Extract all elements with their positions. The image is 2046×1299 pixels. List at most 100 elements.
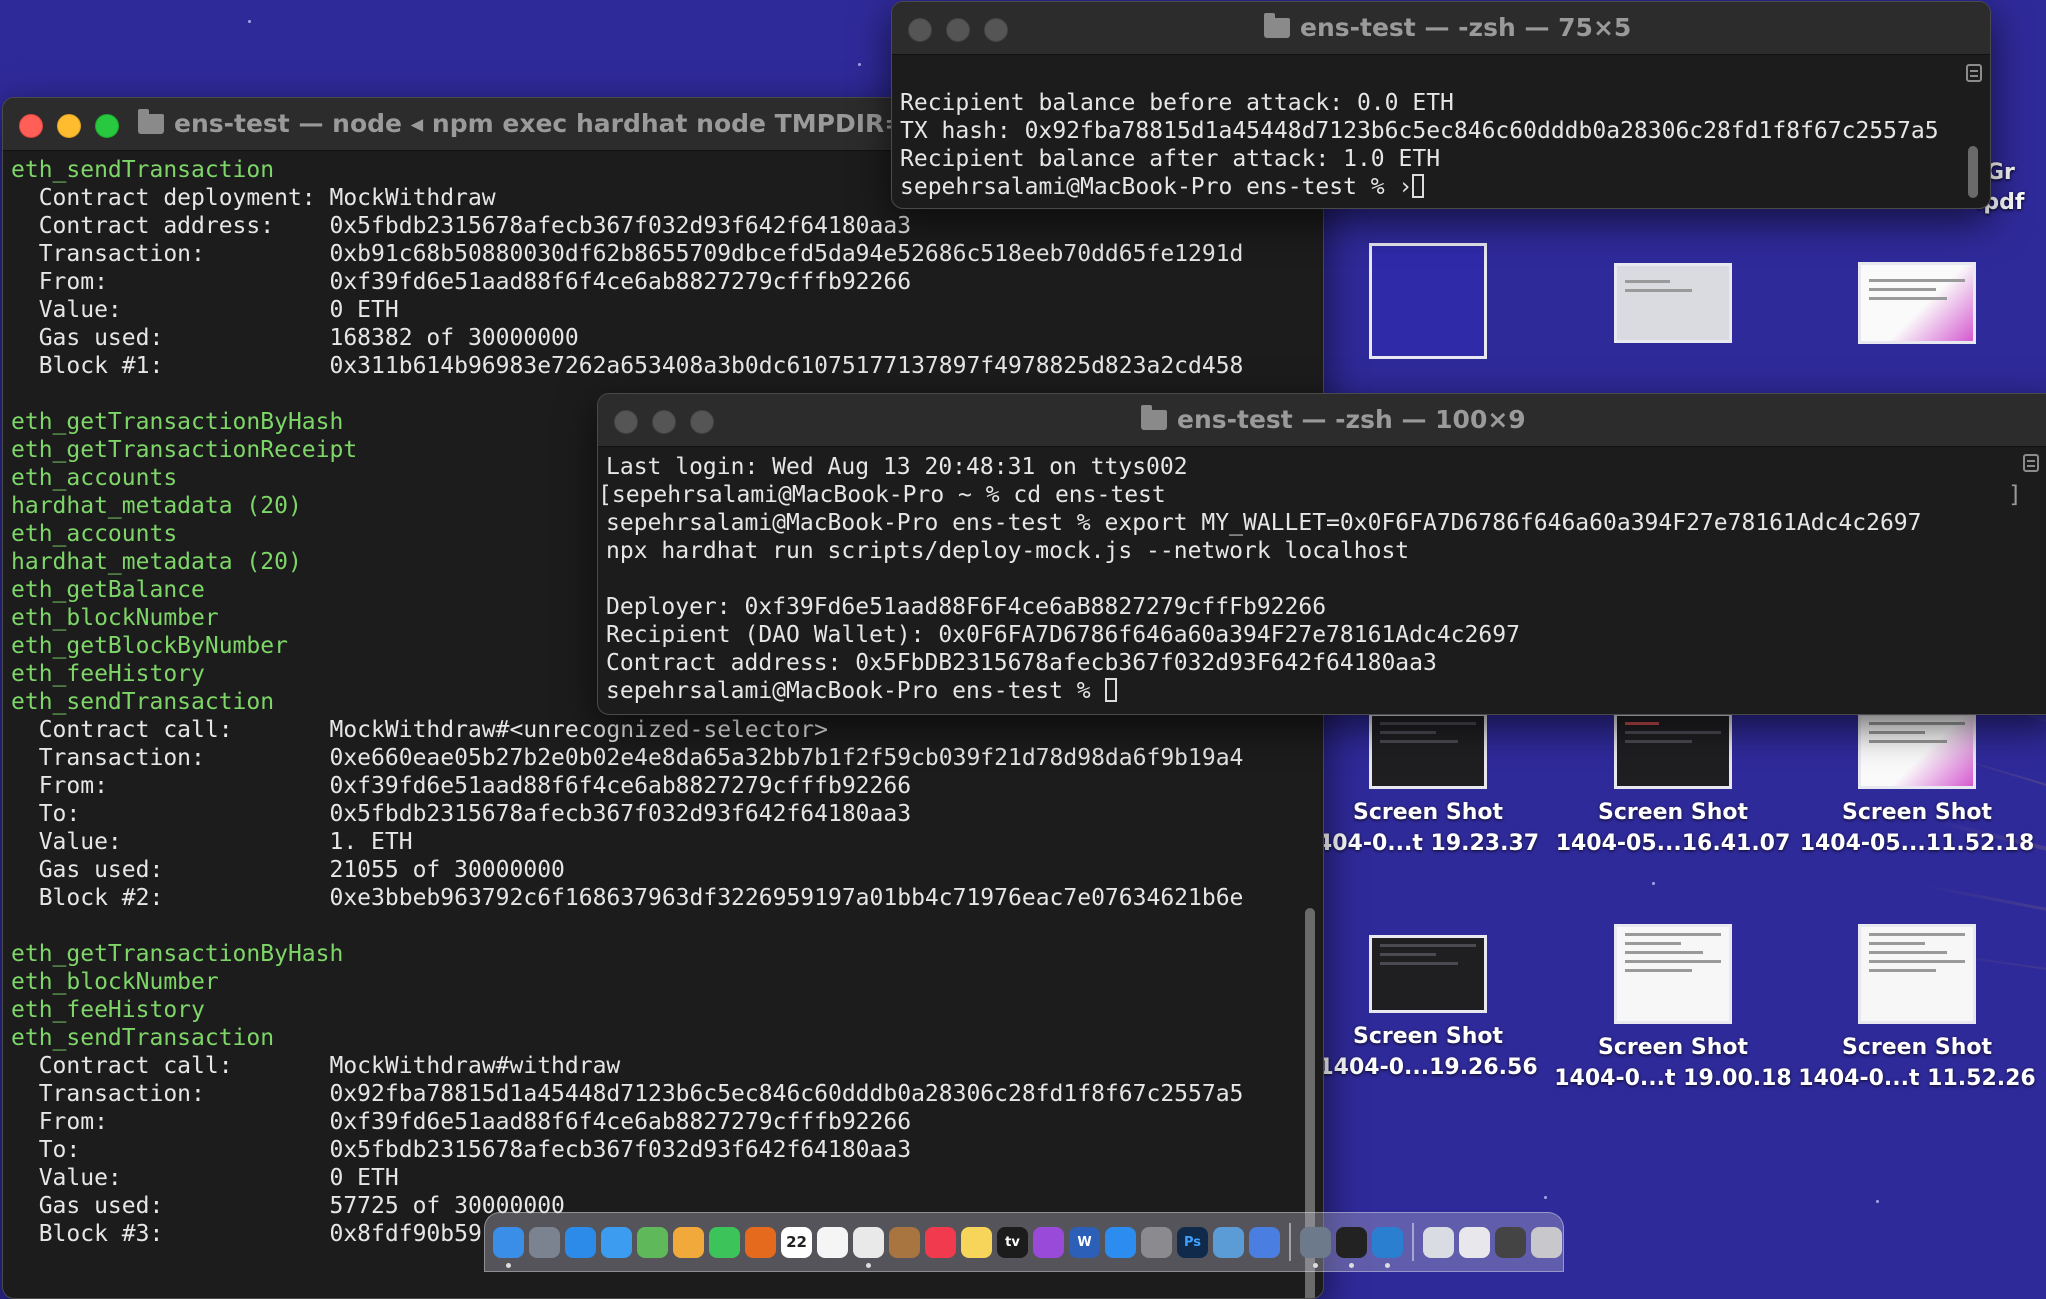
dock-maps-icon[interactable] [637,1226,668,1258]
dock-appstore-icon[interactable] [1105,1226,1136,1258]
dock-chrome-icon[interactable] [853,1226,884,1268]
folder-icon [138,109,164,134]
prompt-line[interactable]: sepehrsalami@MacBook-Pro ens-test % [598,677,1921,705]
desktop-icon-screenshot-2[interactable]: Screen Shot 1404-05...16.41.07 [1553,713,1793,859]
folder-icon [1141,405,1167,430]
window-title: ens-test — node ◂ npm exec hardhat node … [138,98,980,150]
window-title: ens-test — -zsh — 75×5 [1264,2,1631,54]
close-button[interactable] [908,18,932,42]
dock-terminal-icon[interactable] [1336,1226,1367,1268]
dock-podcasts-icon[interactable] [1033,1226,1064,1258]
terminal-line: Recipient balance after attack: 1.0 ETH [900,146,1441,172]
wallpaper-star [858,63,861,66]
terminal-window-zsh-100x9[interactable]: ens-test — -zsh — 100×9 Last login: Wed … [597,393,2046,715]
dock-preview-icon[interactable] [1213,1226,1244,1258]
terminal-line: TX hash: 0x92fba78815d1a45448d7123b6c5ec… [900,118,1939,144]
zoom-button[interactable] [984,18,1008,42]
dock-finder-icon[interactable] [493,1226,524,1268]
terminal-line: To: 0x5fbdb2315678afecb367f032d93f642f64… [11,1137,912,1163]
zoom-button[interactable] [95,114,119,138]
screenshot-label: Screen Shot 1404-0...t 19.00.18 [1554,1035,1792,1091]
dock-facetime-icon[interactable] [709,1226,740,1258]
minimize-button[interactable] [652,410,676,434]
scroll-list-icon[interactable] [1966,64,1982,82]
dock-trash-icon[interactable] [1531,1226,1562,1258]
window-titlebar[interactable]: ens-test — -zsh — 75×5 [892,2,1990,55]
dock-launchpad-icon[interactable] [529,1226,560,1258]
screenshot-label: Screen Shot 404-0...t 19.23.37 [1316,800,1540,856]
dock-settings-icon[interactable] [1141,1226,1172,1258]
desktop-icon-card[interactable] [1553,263,1793,343]
dock-calendar-icon[interactable]: 22 [781,1226,812,1258]
terminal-window-zsh-75x5[interactable]: ens-test — -zsh — 75×5 Recipient balance… [891,1,1991,209]
dock-photos-icon[interactable] [673,1226,704,1258]
text-cursor [1412,174,1425,198]
dock-appletv-label: tv [1005,1234,1020,1250]
rpc-method-line: eth_feeHistory [11,997,205,1023]
terminal-line: [sepehrsalami@MacBook-Pro ~ % cd ens-tes… [598,482,1166,508]
wallpaper-star [1544,1196,1547,1199]
minimize-button[interactable] [57,114,81,138]
scrollbar[interactable] [1968,146,1978,198]
dock-notes-icon[interactable] [961,1226,992,1258]
dock-mail-icon[interactable] [601,1226,632,1258]
zoom-button[interactable] [690,410,714,434]
dock-firefox-icon[interactable] [745,1226,776,1258]
prompt-line[interactable]: sepehrsalami@MacBook-Pro ens-test % › [900,173,1939,201]
terminal-line: Contract address: 0x5fbdb2315678afecb367… [11,213,912,239]
dock-bear-icon[interactable] [889,1226,920,1258]
desktop-icon-screenshot-5[interactable]: Screen Shot 1404-0...t 19.00.18 [1553,924,1793,1094]
folder-icon [1264,13,1290,38]
dock-separator [1289,1223,1291,1261]
text-cursor [1104,678,1117,702]
terminal-output[interactable]: Recipient balance before attack: 0.0 ETH… [900,89,1939,201]
terminal-line: Gas used: 168382 of 30000000 [11,325,579,351]
dock-xcode-sim-icon[interactable] [1300,1226,1331,1268]
terminal-line: Gas used: 21055 of 30000000 [11,857,565,883]
desktop-icon-blue[interactable] [1308,243,1548,359]
wallpaper-star [1652,882,1655,885]
window-titlebar[interactable]: ens-test — -zsh — 100×9 [598,394,2046,447]
close-button[interactable] [19,114,43,138]
desktop-icon-screenshot-4[interactable]: Screen Shot 1404-0...19.26.56 [1308,935,1548,1083]
terminal-line: Deployer: 0xf39Fd6e51aad88F6F4ce6aB88272… [606,594,1327,620]
minimize-button[interactable] [946,18,970,42]
wallpaper-star [1876,1200,1879,1203]
dock-reminders-icon[interactable] [817,1226,848,1258]
terminal-line: Value: 1. ETH [11,829,413,855]
dock-archive-icon[interactable] [1495,1226,1526,1258]
terminal-line: Transaction: 0x92fba78815d1a45448d7123b6… [11,1081,1244,1107]
dock-word-label: W [1077,1234,1092,1250]
screenshot-label: Screen Shot 1404-0...t 11.52.26 [1798,1035,2036,1091]
screenshot-label: Screen Shot 1404-0...19.26.56 [1318,1024,1538,1080]
window-title: ens-test — -zsh — 100×9 [1141,394,1526,446]
terminal-line: Value: 0 ETH [11,1165,399,1191]
terminal-line: From: 0xf39fd6e51aad88f6f4ce6ab8827279cf… [11,269,912,295]
terminal-line: Block #1: 0x311b614b96983e7262a653408a3b… [11,353,1244,379]
terminal-line: sepehrsalami@MacBook-Pro ens-test % expo… [606,510,1922,536]
desktop-icon-doc[interactable] [1797,262,2037,344]
rpc-method-line: eth_getTransactionByHash [11,941,344,967]
dock: 22 tv W Ps [484,1212,1564,1272]
dock-safari-icon[interactable] [565,1226,596,1258]
dock-appletv-icon[interactable]: tv [997,1226,1028,1258]
terminal-line: To: 0x5fbdb2315678afecb367f032d93f642f64… [11,801,912,827]
dock-photoshop-icon[interactable]: Ps [1177,1226,1208,1258]
close-button[interactable] [614,410,638,434]
desktop-icon-screenshot-6[interactable]: Screen Shot 1404-0...t 11.52.26 [1797,924,2037,1094]
terminal-line: Contract call: MockWithdraw#withdraw [11,1053,621,1079]
terminal-line: Transaction: 0xe660eae05b27b2e0b02e4e8da… [11,745,1244,771]
dock-music-icon[interactable] [925,1226,956,1258]
bracket-marker: ] [2008,482,2022,508]
desktop-icon-screenshot-3[interactable]: Screen Shot 1404-05...11.52.18 [1797,713,2037,859]
dock-vscode-icon[interactable] [1372,1226,1403,1268]
dock-downloads-icon[interactable] [1423,1226,1454,1258]
dock-word-icon[interactable]: W [1069,1226,1100,1258]
dock-migration-icon[interactable] [1249,1226,1280,1258]
desktop-icon-screenshot-1[interactable]: Screen Shot 404-0...t 19.23.37 [1308,713,1548,859]
scroll-list-icon[interactable] [2023,454,2039,472]
terminal-line: Block #2: 0xe3bbeb963792c6f168637963df32… [11,885,1244,911]
terminal-output[interactable]: Last login: Wed Aug 13 20:48:31 on ttys0… [598,453,1921,705]
dock-folder-icon[interactable] [1459,1226,1490,1258]
